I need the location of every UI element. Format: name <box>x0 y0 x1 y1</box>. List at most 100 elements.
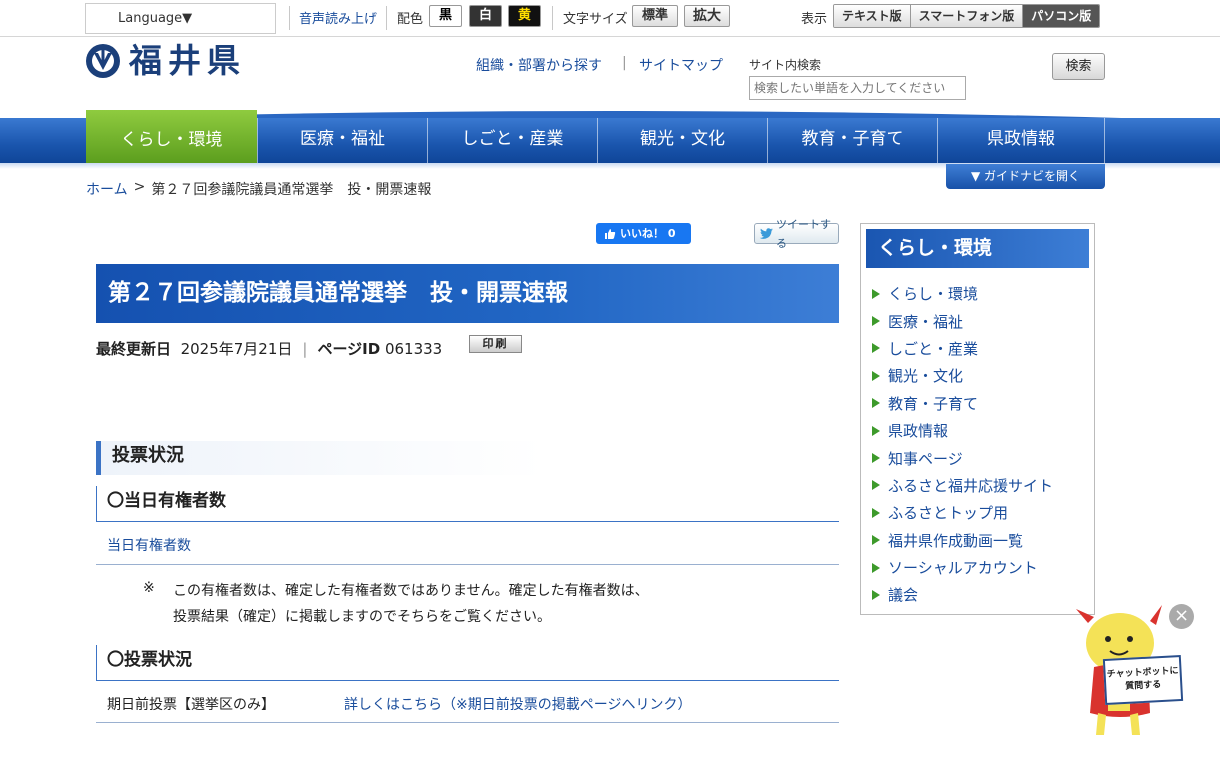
color-black-button[interactable]: 黒 <box>429 5 462 27</box>
sidebar-item-label: 観光・文化 <box>888 367 964 386</box>
font-standard-button[interactable]: 標準 <box>632 5 678 27</box>
color-white-button[interactable]: 白 <box>469 5 502 27</box>
sidebar-item-label: 福井県作成動画一覧 <box>888 531 1024 550</box>
early-voting-link[interactable]: 詳しくはこちら（※期日前投票の掲載ページへリンク） <box>344 694 691 714</box>
voters-count-link[interactable]: 当日有権者数 <box>107 535 191 555</box>
sidebar-item[interactable]: ふるさと福井応援サイト <box>872 472 1053 499</box>
guide-nav-button[interactable]: ▼ ガイドナビを開く <box>946 164 1105 189</box>
divider: | <box>622 55 627 71</box>
arrow-right-icon <box>872 535 880 546</box>
sidebar-item[interactable]: ふるさとトップ用 <box>872 499 1053 526</box>
sidebar-list: くらし・環境 医療・福祉 しごと・産業 観光・文化 教育・子育て 県政情報 知事… <box>872 280 1053 609</box>
breadcrumb-current: 第２７回参議院議員通常選挙 投・開票速報 <box>151 182 432 198</box>
sidebar-item[interactable]: 知事ページ <box>872 444 1053 471</box>
page-meta: 最終更新日 2025年7月21日 | ページID 061333 <box>96 338 442 359</box>
arrow-right-icon <box>872 288 880 299</box>
thumbs-up-icon <box>605 228 616 239</box>
row-divider <box>96 564 839 565</box>
search-button[interactable]: 検索 <box>1052 53 1105 80</box>
sidebar-item-label: 医療・福祉 <box>888 312 964 331</box>
sidebar-item[interactable]: 観光・文化 <box>872 362 1053 389</box>
breadcrumb-home[interactable]: ホーム <box>86 179 128 199</box>
sidebar-item[interactable]: しごと・産業 <box>872 335 1053 362</box>
arrow-right-icon <box>872 507 880 518</box>
row-divider <box>96 722 839 723</box>
divider: | <box>302 339 308 358</box>
language-selector[interactable]: Language▼ <box>85 3 276 34</box>
nav-item-tourism[interactable]: 観光・文化 <box>597 118 767 163</box>
nav-item-work[interactable]: しごと・産業 <box>427 118 597 163</box>
arrow-right-icon <box>872 370 880 381</box>
sidebar: くらし・環境 くらし・環境 医療・福祉 しごと・産業 観光・文化 教育・子育て … <box>860 223 1095 615</box>
sidebar-item-label: 県政情報 <box>888 422 949 441</box>
sidebar-item[interactable]: 医療・福祉 <box>872 307 1053 334</box>
chatbot-close-button[interactable]: × <box>1169 604 1194 629</box>
search-label: サイト内検索 <box>749 58 822 72</box>
sitemap-link[interactable]: サイトマップ <box>639 55 723 75</box>
early-voting-label: 期日前投票【選挙区のみ】 <box>107 697 275 713</box>
view-smartphone-button[interactable]: スマートフォン版 <box>910 5 1024 27</box>
nav-item-government[interactable]: 県政情報 <box>937 118 1104 163</box>
sidebar-item-label: くらし・環境 <box>888 285 979 304</box>
subheading-voters: 〇当日有権者数 <box>96 486 839 522</box>
sidebar-item[interactable]: 福井県作成動画一覧 <box>872 527 1053 554</box>
font-large-button[interactable]: 拡大 <box>684 5 730 27</box>
site-logo[interactable]: 福井県 <box>85 41 246 81</box>
page-id: 061333 <box>384 339 443 358</box>
page-title: 第２７回参議院議員通常選挙 投・開票速報 <box>108 280 568 306</box>
chatbot-sign[interactable]: チャットボットに 質問する <box>1102 654 1184 706</box>
updated-label: 最終更新日 <box>96 340 172 358</box>
print-button[interactable]: 印刷 <box>469 335 522 353</box>
arrow-right-icon <box>872 316 880 327</box>
voice-reader-link[interactable]: 音声読み上げ <box>299 8 377 27</box>
utility-bar: Language▼ 音声読み上げ 配色 黒 白 黄 文字サイズ 標準 拡大 表示… <box>0 0 1220 37</box>
sidebar-item-label: 知事ページ <box>888 449 963 468</box>
view-text-button[interactable]: テキスト版 <box>834 5 911 27</box>
arrow-right-icon <box>872 589 880 600</box>
subheading-voting-status: 〇投票状況 <box>96 645 839 681</box>
color-label: 配色 <box>397 12 424 27</box>
breadcrumb: ホーム > 第２７回参議院議員通常選挙 投・開票速報 <box>86 179 431 199</box>
view-mode-group: テキスト版 スマートフォン版 パソコン版 <box>833 4 1101 28</box>
arrow-right-icon <box>872 425 880 436</box>
view-pc-button[interactable]: パソコン版 <box>1023 5 1100 27</box>
sidebar-item[interactable]: くらし・環境 <box>872 280 1053 307</box>
arrow-right-icon <box>872 343 880 354</box>
sidebar-item[interactable]: 教育・子育て <box>872 390 1053 417</box>
section-heading-voting: 投票状況 <box>96 441 839 475</box>
search-input[interactable] <box>749 76 966 100</box>
note-mark: ※ <box>143 580 155 596</box>
sidebar-item-label: しごと・産業 <box>888 339 979 358</box>
tweet-label: ツイートする <box>776 217 832 250</box>
sidebar-item-label: 教育・子育て <box>888 394 979 413</box>
nav-item-medical[interactable]: 医療・福祉 <box>257 118 427 163</box>
divider <box>289 6 290 30</box>
arrow-right-icon <box>872 453 880 464</box>
arrow-right-icon <box>872 562 880 573</box>
note-line-1: この有権者数は、確定した有権者数ではありません。確定した有権者数は、 <box>173 583 649 599</box>
sidebar-title: くらし・環境 <box>866 229 1089 268</box>
view-label: 表示 <box>801 12 828 27</box>
global-nav: くらし・環境 医療・福祉 しごと・産業 観光・文化 教育・子育て 県政情報 <box>0 110 1220 163</box>
like-label: いいね！ 0 <box>620 227 676 240</box>
org-search-link[interactable]: 組織・部署から探す <box>476 55 602 75</box>
divider <box>1104 118 1105 163</box>
twitter-bird-icon <box>759 228 774 239</box>
divider <box>552 6 553 30</box>
sidebar-item-label: ふるさとトップ用 <box>888 504 1009 523</box>
nav-item-education[interactable]: 教育・子育て <box>767 118 937 163</box>
note-line-2: 投票結果（確定）に掲載しますのでそちらをご覧ください。 <box>173 609 551 625</box>
sidebar-item[interactable]: 県政情報 <box>872 417 1053 444</box>
color-yellow-button[interactable]: 黄 <box>508 5 541 27</box>
sidebar-item-label: 議会 <box>888 586 919 605</box>
facebook-like-button[interactable]: いいね！ 0 <box>596 223 691 244</box>
tweet-button[interactable]: ツイートする <box>754 218 839 250</box>
logo-text: 福井県 <box>129 41 246 80</box>
font-size-label: 文字サイズ <box>563 12 628 27</box>
sidebar-item[interactable]: 議会 <box>872 581 1053 608</box>
sidebar-item-label: ふるさと福井応援サイト <box>888 476 1054 495</box>
nav-item-living[interactable]: くらし・環境 <box>86 110 257 163</box>
arrow-right-icon <box>872 398 880 409</box>
sidebar-item[interactable]: ソーシャルアカウント <box>872 554 1053 581</box>
divider <box>386 6 387 30</box>
